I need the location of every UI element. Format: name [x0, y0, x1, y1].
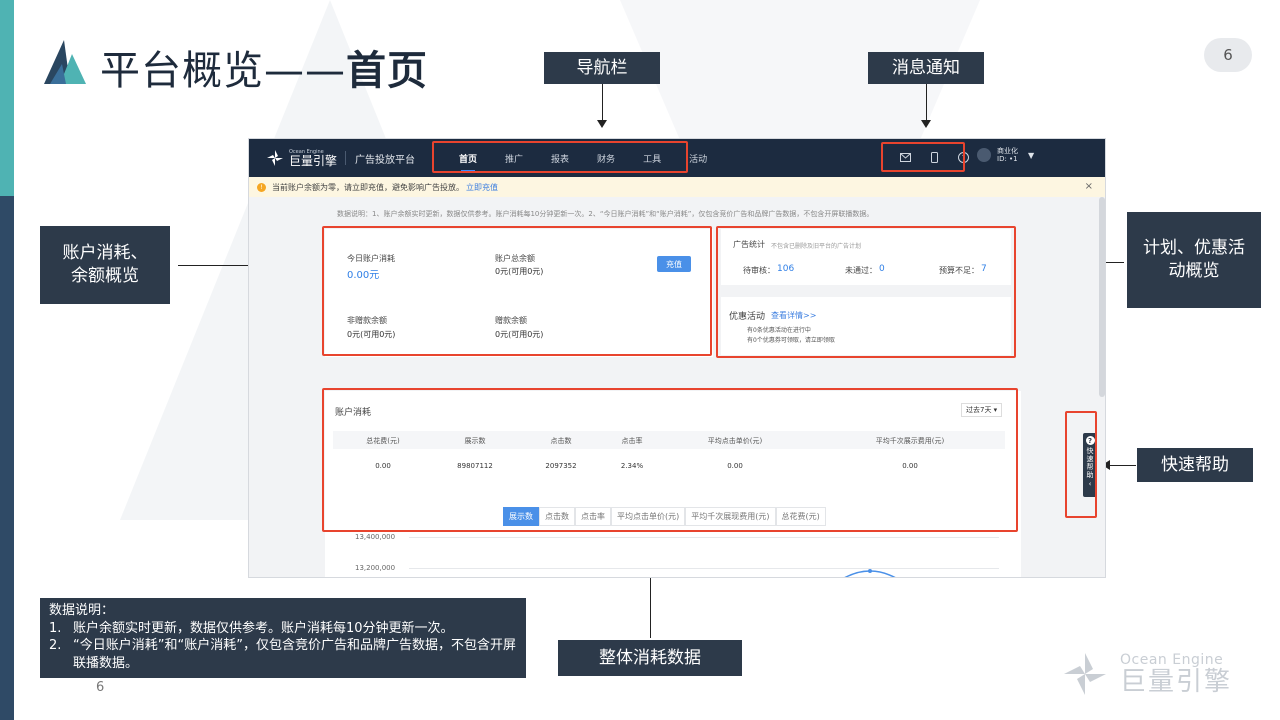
slide-title-main: 平台概览——	[100, 48, 346, 94]
brand-divider	[345, 151, 346, 165]
ocean-engine-logo-icon	[1064, 653, 1106, 695]
highlight-balance	[322, 226, 712, 356]
data-note-text: “今日账户消耗”和“账户消耗”，仅包含竞价广告和品牌广告数据，不包含开屏联播数据…	[73, 638, 516, 671]
footer-logo-cn: 巨量引擎	[1120, 667, 1233, 697]
title-logo-icon	[44, 40, 86, 84]
footer-logo-en: Ocean Engine	[1120, 652, 1224, 668]
callout-navbar: 导航栏	[544, 52, 660, 84]
highlight-notifications	[881, 142, 965, 172]
data-note-item: 1. 账户余额实时更新，数据仅供参考。账户消耗每10分钟更新一次。	[49, 620, 517, 638]
callout-plan-promo: 计划、优惠活 动概览	[1127, 212, 1261, 308]
data-note-text: 账户余额实时更新，数据仅供参考。账户消耗每10分钟更新一次。	[73, 620, 454, 636]
data-note-number: 2.	[49, 638, 62, 654]
arrow-navbar-line	[602, 84, 603, 122]
data-note-item: 2. “今日账户消耗”和“账户消耗”，仅包含竞价广告和品牌广告数据，不包含开屏联…	[49, 637, 517, 672]
alert-text: 当前账户余额为零，请立即充值，避免影响广告投放。	[272, 182, 464, 192]
data-note-number: 1.	[49, 620, 62, 636]
slide: 平台概览——首页 6 导航栏 消息通知 账户消耗、 余额概览 计划、优惠活 动概…	[0, 0, 1280, 720]
arrow-notifications-line	[926, 84, 927, 122]
page-number-badge: 6	[1204, 38, 1252, 72]
left-accent-bar-navy	[0, 196, 14, 720]
nav-item-activities[interactable]: 活动	[689, 152, 707, 165]
platform-name: 广告投放平台	[355, 155, 415, 166]
callout-account-overview: 账户消耗、 余额概览	[40, 226, 170, 304]
slide-title-bold: 首页	[346, 48, 428, 94]
callout-overall-consumption: 整体消耗数据	[558, 640, 742, 676]
y-axis-tick: 13,400,000	[355, 533, 396, 541]
user-name: 商业化	[997, 147, 1018, 155]
recharge-now-link[interactable]: 立即充值	[466, 182, 498, 193]
user-id: ID: •1	[997, 155, 1018, 164]
data-note-box: 数据说明： 1. 账户余额实时更新，数据仅供参考。账户消耗每10分钟更新一次。 …	[40, 598, 526, 678]
callout-notifications: 消息通知	[868, 52, 984, 84]
close-icon[interactable]: ×	[1085, 181, 1093, 192]
footer-logo: Ocean Engine 巨量引擎	[1060, 648, 1250, 700]
ocean-engine-logo-icon	[267, 150, 283, 166]
footer-page-number: 6	[96, 680, 105, 695]
arrow-notifications-head	[921, 120, 931, 128]
chart-gridline	[409, 537, 999, 538]
data-note-heading: 数据说明：	[49, 603, 115, 618]
chevron-down-icon: ▼	[1028, 150, 1035, 160]
highlight-nav	[432, 141, 688, 173]
brand-name-cn: 巨量引擎	[289, 153, 338, 168]
brand-logo[interactable]: Ocean Engine 巨量引擎	[265, 145, 337, 171]
chart-gridline	[409, 568, 999, 569]
balance-alert-bar: ! 当前账户余额为零，请立即充值，避免影响广告投放。 立即充值 ×	[249, 177, 1105, 197]
data-note-text: 数据说明：1、账户余额实时更新，数据仅供参考。账户消耗每10分钟更新一次。2、“…	[337, 210, 874, 218]
y-axis-tick: 13,200,000	[355, 564, 396, 572]
highlight-consumption	[322, 388, 1018, 532]
highlight-plan-promo	[716, 226, 1016, 358]
highlight-quick-help	[1065, 411, 1097, 518]
left-accent-bar-teal	[0, 0, 14, 196]
arrow-help-line	[1110, 465, 1136, 466]
arrow-navbar-head	[597, 120, 607, 128]
scrollbar[interactable]	[1099, 197, 1105, 397]
warning-icon: !	[257, 182, 266, 192]
avatar	[977, 148, 991, 163]
callout-quick-help: 快速帮助	[1137, 448, 1253, 482]
slide-title: 平台概览——首页	[100, 38, 428, 96]
user-menu[interactable]: 商业化 ID: •1 ▼	[977, 147, 1034, 164]
chart-line-series	[844, 569, 896, 577]
